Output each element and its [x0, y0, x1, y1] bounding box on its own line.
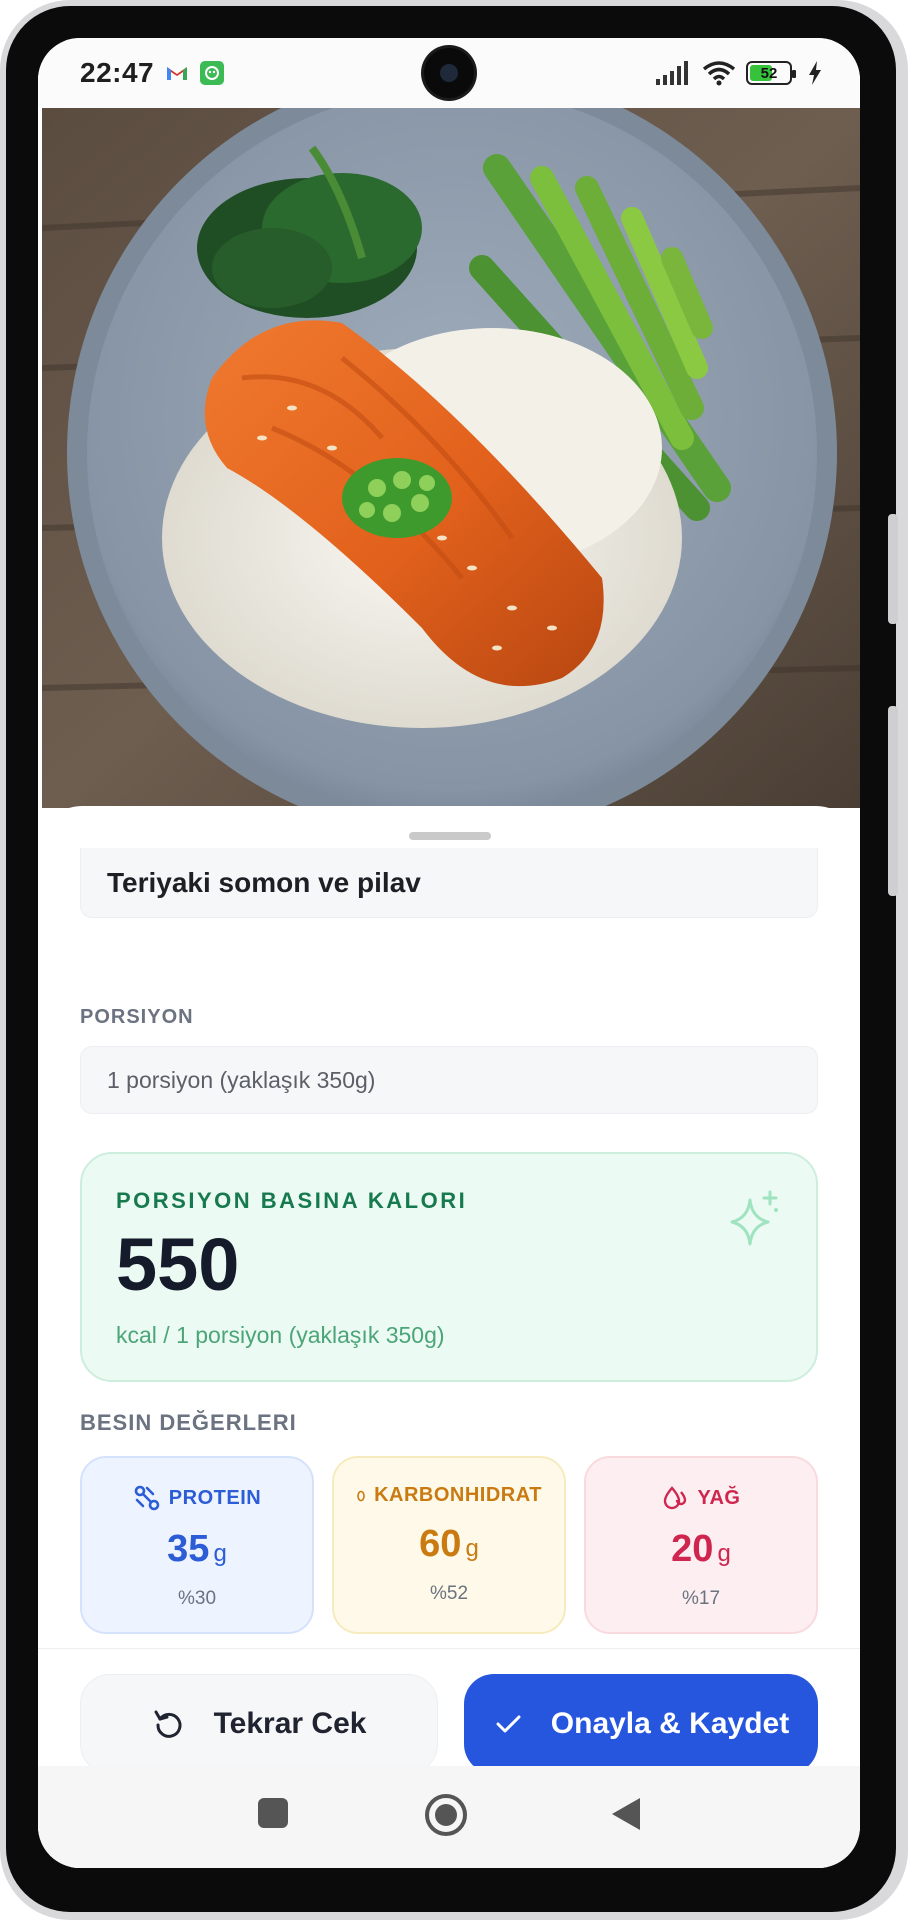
protein-molecule-icon [134, 1485, 160, 1511]
protein-value: 35 [167, 1528, 210, 1570]
confirm-label: Onayla & Kaydet [550, 1707, 790, 1740]
macro-card-protein: PROTEIN 35 g %30 [80, 1456, 314, 1634]
carb-label: KARBONHIDRAT [374, 1484, 542, 1506]
carb-unit: g [465, 1535, 479, 1562]
retake-label: Tekrar Cek [213, 1707, 367, 1740]
fat-unit: g [717, 1540, 731, 1567]
recents-icon[interactable] [256, 1796, 290, 1830]
status-bar: 22:47 52 [38, 38, 860, 108]
retake-button[interactable]: Tekrar Cek [80, 1674, 438, 1774]
battery-icon: 52 [746, 61, 796, 85]
fat-percent: %17 [681, 1588, 721, 1609]
power-button [888, 706, 898, 896]
divider [38, 1648, 860, 1649]
back-icon[interactable] [610, 1796, 642, 1832]
sparkle-icon [730, 1190, 778, 1246]
portion-value: 1 porsiyon (yaklaşık 350g) [107, 1066, 376, 1093]
clock: 22:47 [80, 57, 155, 88]
screen: 22:47 52 Teriyaki somon ve pilav PORSIYO… [38, 38, 860, 1868]
signal-icon [656, 61, 688, 85]
gmail-icon [167, 67, 188, 80]
result-sheet: Teriyaki somon ve pilav PORSIYON 1 porsi… [38, 806, 860, 1868]
food-name-value: Teriyaki somon ve pilav [107, 866, 421, 898]
calorie-value: 550 [116, 1223, 240, 1306]
confirm-save-button[interactable]: Onayla & Kaydet [464, 1674, 818, 1774]
home-icon[interactable] [424, 1793, 468, 1837]
app-notification-icon [200, 61, 225, 85]
check-icon [496, 1715, 521, 1733]
protein-unit: g [213, 1540, 227, 1567]
nutrients-label: BESIN DEĞERLERI [80, 1410, 297, 1435]
wifi-icon [702, 61, 736, 86]
protein-percent: %30 [177, 1588, 217, 1609]
front-camera [424, 48, 474, 98]
volume-button [888, 514, 898, 624]
food-name-field[interactable]: Teriyaki somon ve pilav [80, 848, 818, 918]
grain-icon [357, 1490, 365, 1501]
portion-label: PORSIYON [80, 1006, 194, 1028]
drag-handle[interactable] [409, 832, 491, 840]
food-photo [42, 108, 860, 808]
retake-icon [154, 1710, 182, 1738]
fat-label: YAĞ [697, 1486, 741, 1509]
calorie-card: PORSIYON BASINA KALORI 550 kcal / 1 pors… [80, 1152, 818, 1382]
protein-label: PROTEIN [168, 1486, 262, 1509]
calorie-label: PORSIYON BASINA KALORI [116, 1188, 468, 1213]
macro-card-fat: YAĞ 20 g %17 [584, 1456, 818, 1634]
macro-card-carb: KARBONHIDRAT 60 g %52 [332, 1456, 566, 1634]
charging-icon [809, 61, 821, 85]
battery-level: 52 [760, 64, 778, 82]
oil-drop-icon [664, 1486, 687, 1510]
fat-value: 20 [671, 1528, 714, 1570]
portion-field[interactable]: 1 porsiyon (yaklaşık 350g) [80, 1046, 818, 1114]
carb-value: 60 [419, 1523, 462, 1565]
calorie-unit: kcal / 1 porsiyon (yaklaşık 350g) [116, 1322, 445, 1348]
carb-percent: %52 [429, 1583, 469, 1604]
